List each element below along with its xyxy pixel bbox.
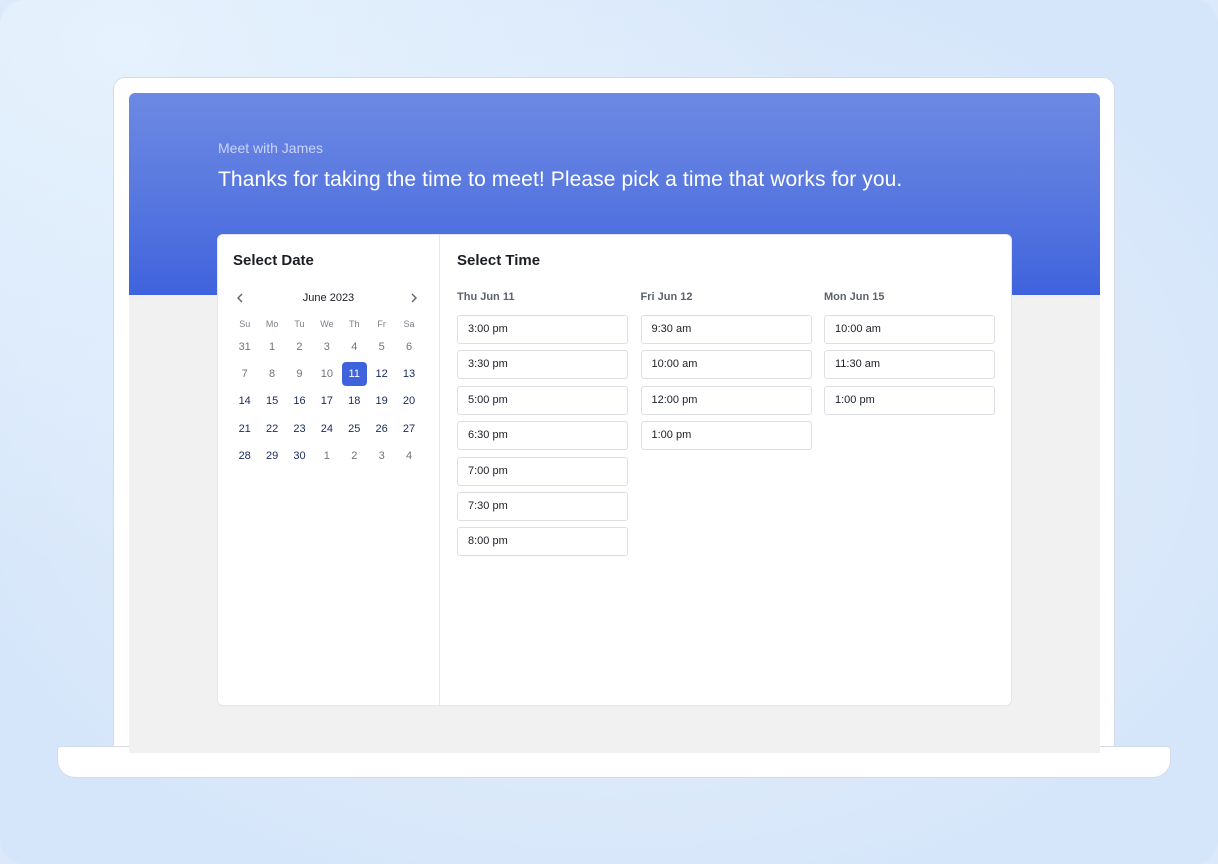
time-slot-button[interactable]: 10:00 am xyxy=(640,350,812,380)
time-slot-button[interactable]: 11:30 am xyxy=(824,350,995,380)
select-time-heading: Select Time xyxy=(457,252,541,269)
time-slot-button[interactable]: 1:00 pm xyxy=(640,421,812,451)
calendar-day[interactable]: 14 xyxy=(232,389,257,413)
calendar-day[interactable]: 2 xyxy=(342,444,367,468)
calendar-day[interactable]: 12 xyxy=(369,362,394,386)
weekday-label: We xyxy=(320,319,334,329)
time-slot-button[interactable]: 5:00 pm xyxy=(457,385,628,415)
day-heading: Fri Jun 12 xyxy=(640,291,693,303)
calendar-day[interactable]: 20 xyxy=(396,389,421,413)
time-slot-button[interactable]: 1:00 pm xyxy=(824,385,995,415)
time-slot-button[interactable]: 8:00 pm xyxy=(457,527,628,557)
day-heading: Mon Jun 15 xyxy=(824,291,885,303)
calendar-day[interactable]: 4 xyxy=(342,335,367,359)
calendar-day-selected[interactable]: 11 xyxy=(341,362,367,387)
calendar-day[interactable]: 13 xyxy=(396,362,421,386)
month-label: June 2023 xyxy=(302,292,355,304)
calendar-day[interactable]: 4 xyxy=(396,444,421,468)
time-slot-button[interactable]: 6:30 pm xyxy=(457,421,628,451)
calendar-day[interactable]: 3 xyxy=(369,444,394,468)
time-slot-button[interactable]: 7:00 pm xyxy=(457,456,628,486)
time-slot-button[interactable]: 12:00 pm xyxy=(640,385,812,415)
calendar-day[interactable]: 24 xyxy=(314,417,339,441)
time-slot-button[interactable]: 9:30 am xyxy=(640,315,812,344)
calendar-day[interactable]: 3 xyxy=(314,335,339,359)
calendar-day[interactable]: 21 xyxy=(232,417,257,441)
time-column: Mon Jun 15 10:00 am 11:30 am 1:00 pm xyxy=(824,291,995,421)
calendar-day[interactable]: 27 xyxy=(396,417,421,441)
calendar-day[interactable]: 18 xyxy=(342,389,367,413)
calendar-day[interactable]: 17 xyxy=(314,389,339,413)
calendar-day[interactable]: 6 xyxy=(396,335,421,359)
calendar-grid: Su Mo Tu We Th Fr Sa 31 1 2 3 4 5 6 7 8 9 10 11 12 13 14 15 16 1… xyxy=(231,315,423,470)
time-slot-list: 3:00 pm 3:30 pm 5:00 pm 6:30 pm 7:00 pm 7:30 … xyxy=(457,315,628,557)
calendar-day[interactable]: 7 xyxy=(232,362,257,386)
calendar-day[interactable]: 9 xyxy=(287,362,312,386)
scheduler-card: Select Date June 2023 Su Mo Tu We Th Fr Sa 31 1 2… xyxy=(217,234,1012,706)
date-picker-pane: Select Date June 2023 Su Mo Tu We Th Fr Sa 31 1 2… xyxy=(218,235,440,705)
day-heading: Thu Jun 11 xyxy=(457,291,515,303)
calendar-day[interactable]: 1 xyxy=(259,335,284,359)
time-slot-button[interactable]: 7:30 pm xyxy=(457,491,628,521)
calendar-day[interactable]: 23 xyxy=(287,417,312,441)
calendar-day[interactable]: 22 xyxy=(259,417,284,441)
calendar-day[interactable]: 26 xyxy=(369,417,394,441)
time-slot-list: 9:30 am 10:00 am 12:00 pm 1:00 pm xyxy=(640,315,812,451)
time-slot-list: 10:00 am 11:30 am 1:00 pm xyxy=(824,315,995,415)
time-column: Fri Jun 12 9:30 am 10:00 am 12:00 pm 1:00 pm xyxy=(640,291,812,457)
weekday-label: Fr xyxy=(377,319,386,329)
calendar-day[interactable]: 16 xyxy=(287,389,312,413)
calendar-day[interactable]: 28 xyxy=(232,444,257,468)
time-picker-pane: Select Time Thu Jun 11 3:00 pm 3:30 pm 5:00… xyxy=(440,235,1011,705)
calendar-day[interactable]: 1 xyxy=(314,444,339,468)
time-slot-button[interactable]: 10:00 am xyxy=(824,315,995,344)
weekday-label: Mo xyxy=(265,319,279,329)
weekday-label: Th xyxy=(349,319,360,329)
calendar-day[interactable]: 29 xyxy=(259,444,284,468)
calendar-day[interactable]: 25 xyxy=(342,417,367,441)
calendar-day[interactable]: 10 xyxy=(314,362,339,386)
calendar-day[interactable]: 15 xyxy=(259,389,284,413)
calendar-day[interactable]: 5 xyxy=(369,335,394,359)
time-column: Thu Jun 11 3:00 pm 3:30 pm 5:00 pm 6:30 pm 7:… xyxy=(457,291,628,563)
weekday-label: Tu xyxy=(294,319,305,329)
chevron-right-icon[interactable] xyxy=(407,291,421,305)
time-slot-button[interactable]: 3:00 pm xyxy=(457,315,628,344)
hero-subtitle: Meet with James xyxy=(218,140,324,156)
select-date-heading: Select Date xyxy=(233,252,314,269)
calendar-day[interactable]: 19 xyxy=(369,389,394,413)
calendar-day[interactable]: 30 xyxy=(287,444,312,468)
hero-title: Thanks for taking the time to meet! Plea… xyxy=(218,168,903,191)
calendar-day[interactable]: 2 xyxy=(287,335,312,359)
time-slot-button[interactable]: 3:30 pm xyxy=(457,350,628,380)
calendar-day[interactable]: 31 xyxy=(232,335,257,359)
weekday-label: Su xyxy=(239,319,251,329)
calendar-day[interactable]: 8 xyxy=(259,362,284,386)
weekday-label: Sa xyxy=(403,319,415,329)
